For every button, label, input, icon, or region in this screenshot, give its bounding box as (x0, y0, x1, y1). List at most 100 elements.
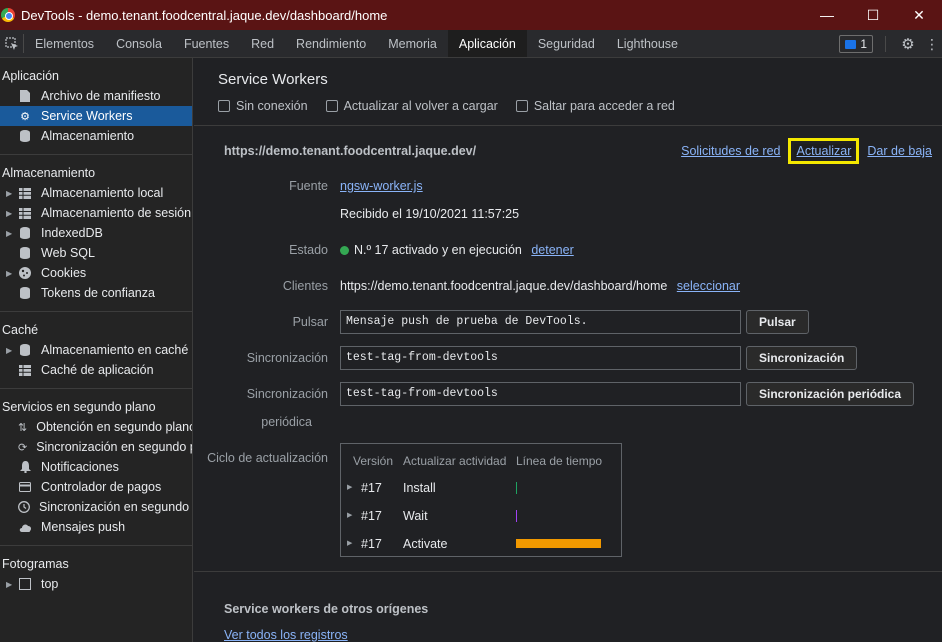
sidebar-item-background-sync[interactable]: ⟳ Sincronización en segundo plano (0, 437, 192, 457)
sidebar-item-label: Almacenamiento (41, 129, 135, 143)
chrome-icon (1, 8, 15, 22)
table-row[interactable]: ▶ #17 Install (341, 479, 621, 499)
sidebar-item-label: Archivo de manifiesto (41, 89, 161, 103)
checkbox-box[interactable] (218, 100, 230, 112)
window-controls: — ☐ ✕ (804, 0, 942, 30)
sync-button[interactable]: Sincronización (746, 346, 858, 370)
title-bar: DevTools - demo.tenant.foodcentral.jaque… (0, 0, 942, 30)
expand-arrow-icon[interactable]: ▶ (0, 209, 12, 218)
sidebar-item-service-workers[interactable]: ⚙ Service Workers (0, 106, 192, 126)
expand-arrow-icon[interactable]: ▶ (0, 189, 12, 198)
periodic-sync-input[interactable]: test-tag-from-devtools (340, 382, 741, 406)
checkbox-box[interactable] (325, 100, 338, 112)
toolbar-divider (885, 36, 886, 52)
unregister-link[interactable]: Dar de baja (867, 144, 932, 158)
bypass-for-network-checkbox[interactable]: Saltar para acceder a red (515, 99, 675, 113)
sidebar-item-frame-top[interactable]: ▶ top (0, 574, 192, 594)
sidebar-item-cache-storage[interactable]: ▶ Almacenamiento en caché (0, 340, 192, 360)
tab-fuentes[interactable]: Fuentes (173, 30, 240, 57)
sidebar-item-local-storage[interactable]: ▶ Almacenamiento local (0, 183, 192, 203)
expand-arrow-icon[interactable]: ▶ (0, 346, 12, 355)
gear-icon: ⚙ (20, 110, 30, 123)
option-label: Saltar para acceder a red (533, 99, 675, 113)
devtools-tabbar: Elementos Consola Fuentes Red Rendimient… (0, 30, 942, 58)
sidebar-item-cookies[interactable]: ▶ Cookies (0, 263, 192, 283)
tab-memoria[interactable]: Memoria (377, 30, 448, 57)
sidebar-item-trust-tokens[interactable]: Tokens de confianza (0, 283, 192, 303)
see-all-registrations-link[interactable]: Ver todos los registros (224, 628, 348, 642)
worker-origin: https://demo.tenant.foodcentral.jaque.de… (224, 144, 477, 158)
tab-lighthouse[interactable]: Lighthouse (606, 30, 689, 57)
sidebar-item-web-sql[interactable]: Web SQL (0, 243, 192, 263)
update-link[interactable]: Actualizar (788, 138, 860, 164)
tab-elementos[interactable]: Elementos (24, 30, 105, 57)
source-file[interactable]: ngsw-worker.js (340, 179, 423, 193)
expand-arrow-icon[interactable]: ▶ (0, 269, 12, 278)
credit-card-icon (18, 480, 32, 494)
update-on-reload-checkbox[interactable]: Actualizar al volver a cargar (325, 99, 498, 113)
sidebar-item-notifications[interactable]: Notificaciones (0, 457, 192, 477)
sidebar-item-label: Obtención en segundo plano (36, 420, 193, 434)
source-file-link[interactable]: ngsw-worker.js (340, 179, 423, 193)
sidebar-item-push-messaging[interactable]: Mensajes push (0, 517, 192, 537)
expand-arrow-icon[interactable]: ▶ (0, 229, 12, 238)
file-icon (18, 89, 32, 103)
network-requests-link[interactable]: Solicitudes de red (681, 144, 780, 158)
settings-gear-icon[interactable]: ⚙ (894, 35, 922, 53)
expand-arrow-icon[interactable]: ▶ (347, 483, 352, 491)
expand-arrow-icon[interactable]: ▶ (0, 580, 12, 589)
sidebar-item-label: Almacenamiento de sesión (41, 206, 192, 220)
section-title-application: Aplicación (2, 69, 59, 83)
row-activity: Install (403, 481, 436, 495)
sidebar-item-payment-handler[interactable]: Controlador de pagos (0, 477, 192, 497)
issues-button[interactable]: 1 (839, 35, 873, 53)
expand-arrow-icon[interactable]: ▶ (347, 539, 352, 547)
push-button[interactable]: Pulsar (746, 310, 809, 334)
sidebar-item-app-cache[interactable]: Caché de aplicación (0, 360, 192, 380)
sidebar-item-manifest[interactable]: Archivo de manifiesto (0, 86, 192, 106)
sidebar-item-indexeddb[interactable]: ▶ IndexedDB (0, 223, 192, 243)
tab-red[interactable]: Red (240, 30, 285, 57)
minimize-button[interactable]: — (804, 0, 850, 30)
section-divider (194, 571, 942, 572)
table-row[interactable]: ▶ #17 Activate (341, 535, 621, 555)
tab-aplicacion[interactable]: Aplicación (447, 30, 527, 57)
more-options-icon[interactable]: ⋮ (922, 36, 942, 53)
push-input[interactable]: Mensaje push de prueba de DevTools. (340, 310, 741, 334)
source-label: Fuente (289, 179, 328, 193)
column-header-timeline: Línea de tiempo (516, 454, 603, 468)
stop-link[interactable]: detener (531, 243, 573, 257)
timeline-bar (516, 510, 517, 522)
push-label: Pulsar (292, 315, 328, 329)
sidebar-item-label: Almacenamiento local (41, 186, 164, 200)
section-divider (0, 388, 192, 389)
offline-checkbox[interactable]: Sin conexión (218, 99, 308, 113)
expand-arrow-icon[interactable]: ▶ (347, 511, 352, 519)
column-header-version: Versión (353, 454, 394, 468)
section-title-background-services: Servicios en segundo plano (2, 400, 156, 414)
tab-rendimiento[interactable]: Rendimiento (285, 30, 377, 57)
page-title: Service Workers (218, 71, 328, 88)
tab-consola[interactable]: Consola (105, 30, 173, 57)
sidebar-item-storage[interactable]: Almacenamiento (0, 126, 192, 146)
sidebar-item-label: Cookies (41, 266, 87, 280)
sidebar-item-periodic-sync[interactable]: Sincronización en segundo plano periódic… (0, 497, 192, 517)
close-button[interactable]: ✕ (896, 0, 942, 30)
maximize-button[interactable]: ☐ (850, 0, 896, 30)
sidebar-item-label: Controlador de pagos (41, 480, 162, 494)
sidebar-item-label: Caché de aplicación (41, 363, 154, 377)
periodic-sync-label-line1: Sincronización (246, 387, 328, 401)
inspect-element-icon[interactable] (0, 34, 24, 53)
checkbox-box[interactable] (515, 100, 528, 112)
section-title-storage: Almacenamiento (2, 166, 96, 180)
sidebar-item-session-storage[interactable]: ▶ Almacenamiento de sesión (0, 203, 192, 223)
status-dot-icon (340, 246, 349, 255)
select-client-link[interactable]: seleccionar (677, 279, 740, 293)
periodic-sync-button[interactable]: Sincronización periódica (746, 382, 915, 406)
sidebar-item-background-fetch[interactable]: ⇅ Obtención en segundo plano (0, 417, 192, 437)
sync-input[interactable]: test-tag-from-devtools (340, 346, 741, 370)
sidebar-item-label: Service Workers (41, 109, 133, 123)
grid-icon (18, 206, 32, 220)
table-row[interactable]: ▶ #17 Wait (341, 507, 621, 527)
tab-seguridad[interactable]: Seguridad (527, 30, 606, 57)
